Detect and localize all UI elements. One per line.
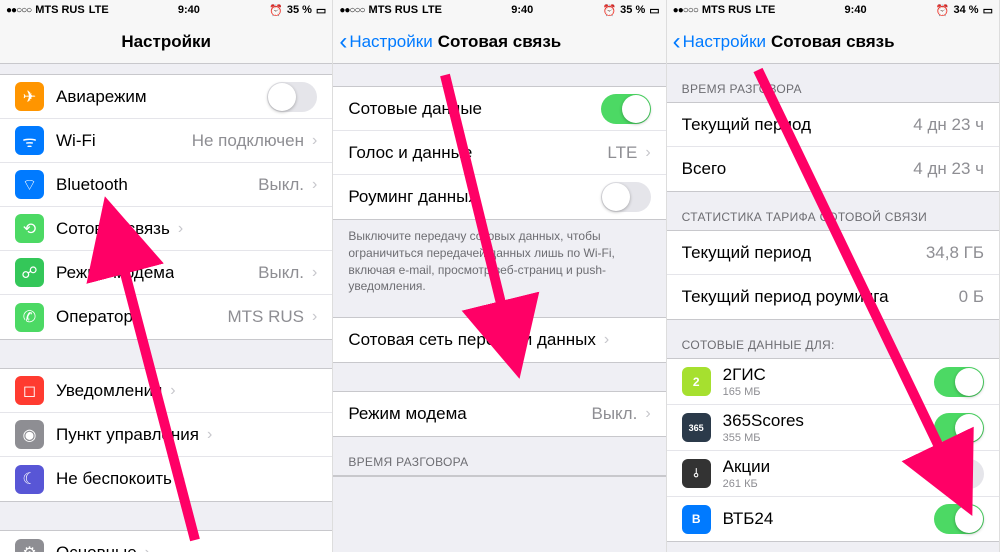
back-button[interactable]: ‹Настройки	[673, 20, 766, 63]
chevron-right-icon: ›	[207, 426, 212, 444]
row-apn[interactable]: Сотовая сеть передачи данных›	[333, 318, 665, 362]
network-label: LTE	[89, 4, 109, 16]
cellular-icon: ⟲	[15, 214, 44, 243]
alarm-icon: ⏰	[936, 4, 950, 17]
battery-pct: 35 %	[620, 4, 645, 16]
row-wifi[interactable]: ᯤWi-FiНе подключен›	[0, 119, 332, 163]
row-total: Всего4 дн 23 ч	[667, 147, 999, 191]
page-title: Настройки	[121, 32, 211, 52]
chevron-right-icon: ›	[312, 264, 317, 282]
row-control-center[interactable]: ◉Пункт управления›	[0, 413, 332, 457]
chevron-right-icon: ›	[178, 220, 183, 238]
app-icon: B	[682, 505, 711, 534]
row-general[interactable]: ⚙Основные›	[0, 531, 332, 552]
control-center-icon: ◉	[15, 420, 44, 449]
app-row-stocks[interactable]: ⫰Акции261 КБ	[667, 451, 999, 497]
status-bar: ●●○○○ MTS RUSLTE 9:40 ⏰ 34 % ▭	[667, 0, 999, 20]
carrier-label: MTS RUS	[35, 4, 85, 16]
battery-icon: ▭	[649, 4, 659, 17]
battery-pct: 35 %	[287, 4, 312, 16]
nav-bar: ‹Настройки Сотовая связь	[333, 20, 665, 64]
phone-icon: ✆	[15, 303, 44, 332]
airplane-toggle[interactable]	[267, 82, 317, 112]
gear-icon: ⚙	[15, 539, 44, 552]
carrier-label: MTS RUS	[369, 4, 419, 16]
screen-settings-root: ●●○○○ MTS RUS LTE 9:40 ⏰ 35 % ▭ Настройк…	[0, 0, 333, 552]
app-row-365scores[interactable]: 365365Scores355 МБ	[667, 405, 999, 451]
group-header-calltime: ВРЕМЯ РАЗГОВОРА	[333, 437, 665, 475]
app-row-vtb24[interactable]: BВТБ24	[667, 497, 999, 541]
battery-icon: ▭	[983, 4, 993, 17]
group-header-stats: СТАТИСТИКА ТАРИФА СОТОВОЙ СВЯЗИ	[667, 192, 999, 230]
network-label: LTE	[755, 4, 775, 16]
alarm-icon: ⏰	[269, 4, 283, 17]
row-dnd[interactable]: ☾Не беспокоить›	[0, 457, 332, 501]
chevron-right-icon: ›	[604, 331, 609, 349]
app-icon: 2	[682, 367, 711, 396]
chevron-right-icon: ›	[180, 470, 185, 488]
row-voice-data[interactable]: Голос и данныеLTE›	[333, 131, 665, 175]
battery-pct: 34 %	[954, 4, 979, 16]
network-label: LTE	[422, 4, 442, 16]
row-notifications[interactable]: ◻Уведомления›	[0, 369, 332, 413]
nav-bar: Настройки	[0, 20, 332, 64]
clock: 9:40	[845, 4, 867, 16]
page-title: Сотовая связь	[438, 32, 562, 52]
status-bar: ●●○○○ MTS RUS LTE 9:40 ⏰ 35 % ▭	[0, 0, 332, 20]
clock: 9:40	[178, 4, 200, 16]
bluetooth-icon: ⌔	[15, 170, 44, 199]
app-toggle[interactable]	[934, 367, 984, 397]
row-bluetooth[interactable]: ⌔BluetoothВыкл.›	[0, 163, 332, 207]
page-title: Сотовая связь	[771, 32, 895, 52]
footer-text: Выключите передачу сотовых данных, чтобы…	[333, 220, 665, 299]
roaming-toggle[interactable]	[601, 182, 651, 212]
chevron-right-icon: ›	[312, 176, 317, 194]
app-icon: 365	[682, 413, 711, 442]
row-roaming[interactable]: Роуминг данных	[333, 175, 665, 219]
app-toggle[interactable]	[934, 504, 984, 534]
app-icon: ⫰	[682, 459, 711, 488]
carrier-label: MTS RUS	[702, 4, 752, 16]
alarm-icon: ⏰	[602, 4, 616, 17]
row-current-period: Текущий период4 дн 23 ч	[667, 103, 999, 147]
clock: 9:40	[511, 4, 533, 16]
battery-icon: ▭	[316, 4, 326, 17]
nav-bar: ‹Настройки Сотовая связь	[667, 20, 999, 64]
row-cell-data[interactable]: Сотовые данные	[333, 87, 665, 131]
chevron-right-icon: ›	[312, 132, 317, 150]
row-airplane[interactable]: ✈Авиарежим	[0, 75, 332, 119]
row-hotspot[interactable]: Режим модемаВыкл.›	[333, 392, 665, 436]
status-bar: ●●○○○ MTS RUSLTE 9:40 ⏰ 35 % ▭	[333, 0, 665, 20]
chevron-right-icon: ›	[170, 382, 175, 400]
signal-dots: ●●○○○	[339, 5, 364, 16]
group-header-calltime: ВРЕМЯ РАЗГОВОРА	[667, 64, 999, 102]
hotspot-icon: ☍	[15, 258, 44, 287]
chevron-right-icon: ›	[645, 405, 650, 423]
row-carrier[interactable]: ✆ОператорMTS RUS›	[0, 295, 332, 339]
notifications-icon: ◻	[15, 376, 44, 405]
chevron-right-icon: ›	[312, 308, 317, 326]
app-row-2gis[interactable]: 22ГИС165 МБ	[667, 359, 999, 405]
app-toggle[interactable]	[934, 413, 984, 443]
airplane-icon: ✈	[15, 82, 44, 111]
chevron-left-icon: ‹	[339, 30, 347, 54]
chevron-right-icon: ›	[645, 144, 650, 162]
signal-dots: ●●○○○	[6, 5, 31, 16]
chevron-right-icon: ›	[145, 544, 150, 552]
row-hotspot[interactable]: ☍Режим модемаВыкл.›	[0, 251, 332, 295]
group-header-apps: СОТОВЫЕ ДАННЫЕ ДЛЯ:	[667, 320, 999, 358]
chevron-left-icon: ‹	[673, 30, 681, 54]
row-cellular[interactable]: ⟲Сотовая связь›	[0, 207, 332, 251]
row-data-roaming: Текущий период роуминга0 Б	[667, 275, 999, 319]
cell-data-toggle[interactable]	[601, 94, 651, 124]
row-data-current: Текущий период34,8 ГБ	[667, 231, 999, 275]
wifi-icon: ᯤ	[15, 126, 44, 155]
screen-cellular-usage: ●●○○○ MTS RUSLTE 9:40 ⏰ 34 % ▭ ‹Настройки С…	[667, 0, 1000, 552]
back-button[interactable]: ‹Настройки	[339, 20, 432, 63]
screen-cellular: ●●○○○ MTS RUSLTE 9:40 ⏰ 35 % ▭ ‹Настройки С…	[333, 0, 666, 552]
moon-icon: ☾	[15, 465, 44, 494]
app-toggle[interactable]	[934, 459, 984, 489]
signal-dots: ●●○○○	[673, 5, 698, 16]
